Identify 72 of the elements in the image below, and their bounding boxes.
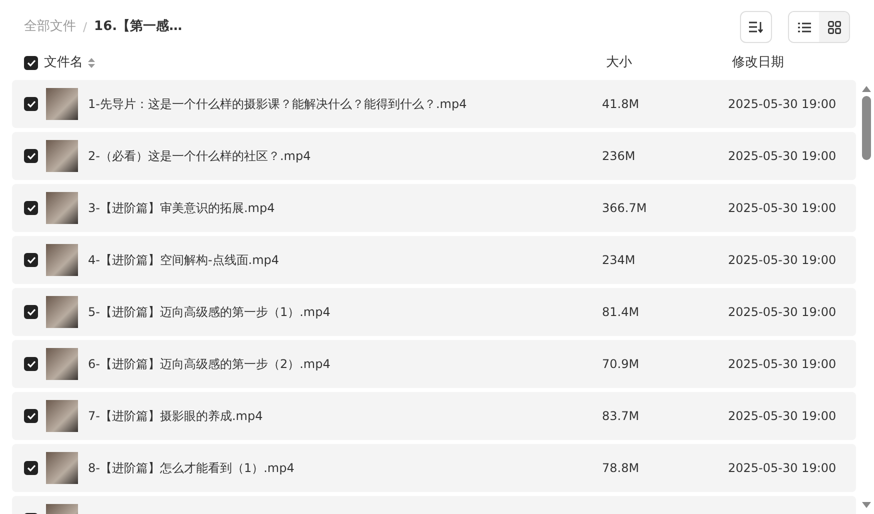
- checkbox[interactable]: [24, 149, 38, 163]
- file-row[interactable]: 1-先导片：这是一个什么样的摄影课？能解决什么？能得到什么？.mp4 41.8M 2025-05-30 19:00: [12, 80, 856, 128]
- list-icon: [798, 22, 810, 32]
- file-row[interactable]: 5-【进阶篇】迈向高级感的第一步（1）.mp4 81.4M 2025-05-30 19:00: [12, 288, 856, 336]
- file-size: 81.4M: [602, 305, 640, 319]
- checkbox[interactable]: [24, 56, 38, 70]
- modified-date: 2025-05-30 19:00: [728, 253, 836, 267]
- file-row[interactable]: 3-【进阶篇】审美意识的拓展.mp4 366.7M 2025-05-30 19:00: [12, 184, 856, 232]
- modified-date: 2025-05-30 19:00: [728, 97, 836, 111]
- file-size: 366.7M: [602, 201, 647, 215]
- breadcrumb-current: 16.【第一感…: [94, 18, 182, 36]
- checkmark-icon: [26, 152, 36, 160]
- checkbox[interactable]: [24, 97, 38, 111]
- breadcrumb-separator: /: [83, 19, 88, 36]
- file-size: 83.7M: [602, 409, 640, 423]
- scroll-down-icon[interactable]: [862, 502, 870, 508]
- modified-date: 2025-05-30 19:00: [728, 149, 836, 163]
- modified-date: 2025-05-30 19:00: [728, 409, 836, 423]
- video-thumbnail: [46, 452, 78, 484]
- video-thumbnail: [46, 88, 78, 120]
- checkbox[interactable]: [24, 305, 38, 319]
- checkmark-icon: [26, 360, 36, 368]
- video-thumbnail: [46, 296, 78, 328]
- file-row[interactable]: 4-【进阶篇】空间解构-点线面.mp4 234M 2025-05-30 19:00: [12, 236, 856, 284]
- file-size: 70.9M: [602, 357, 640, 371]
- file-row[interactable]: 7-【进阶篇】摄影眼的养成.mp4 83.7M 2025-05-30 19:00: [12, 392, 856, 440]
- file-name: 1-先导片：这是一个什么样的摄影课？能解决什么？能得到什么？.mp4: [88, 96, 467, 113]
- sort-button[interactable]: [740, 11, 772, 43]
- file-row[interactable]: 6-【进阶篇】迈向高级感的第一步（2）.mp4 70.9M 2025-05-30 19:00: [12, 340, 856, 388]
- column-header[interactable]: 文件名: [44, 53, 83, 73]
- checkbox[interactable]: [24, 409, 38, 423]
- file-name: 7-【进阶篇】摄影眼的养成.mp4: [88, 408, 263, 425]
- modified-date: 2025-05-30 19:00: [728, 461, 836, 475]
- checkmark-icon: [26, 59, 36, 67]
- video-thumbnail: [46, 244, 78, 276]
- checkbox[interactable]: [24, 253, 38, 267]
- file-name: 5-【进阶篇】迈向高级感的第一步（1）.mp4: [88, 304, 330, 321]
- file-size: 236M: [602, 149, 636, 163]
- file-row[interactable]: 8-【进阶篇】怎么才能看到（1）.mp4 78.8M 2025-05-30 19:00: [12, 444, 856, 492]
- checkmark-icon: [26, 464, 36, 472]
- file-size: 78.8M: [602, 461, 640, 475]
- column-header: 修改日期: [732, 55, 784, 70]
- checkbox[interactable]: [24, 201, 38, 215]
- file-name: 8-【进阶篇】怎么才能看到（1）.mp4: [88, 460, 294, 477]
- column-header: 大小: [606, 55, 632, 70]
- checkmark-icon: [26, 256, 36, 264]
- checkmark-icon: [26, 100, 36, 108]
- grid-view-button[interactable]: [819, 12, 849, 42]
- checkbox[interactable]: [24, 357, 38, 371]
- checkbox[interactable]: [24, 461, 38, 475]
- sort-arrows-icon[interactable]: [88, 58, 95, 68]
- file-size: 41.8M: [602, 97, 640, 111]
- file-name: 3-【进阶篇】审美意识的拓展.mp4: [88, 200, 275, 217]
- checkmark-icon: [26, 204, 36, 212]
- sort-icon: [749, 21, 763, 33]
- file-name: 2-（必看）这是一个什么样的社区？.mp4: [88, 148, 311, 165]
- checkmark-icon: [26, 308, 36, 316]
- grid-icon: [828, 20, 840, 34]
- file-name: 6-【进阶篇】迈向高级感的第一步（2）.mp4: [88, 356, 330, 373]
- modified-date: 2025-05-30 19:00: [728, 305, 836, 319]
- file-size: 234M: [602, 253, 636, 267]
- video-thumbnail: [46, 192, 78, 224]
- modified-date: 2025-05-30 19:00: [728, 201, 836, 215]
- checkmark-icon: [26, 412, 36, 420]
- video-thumbnail: [46, 348, 78, 380]
- file-name: 4-【进阶篇】空间解构-点线面.mp4: [88, 252, 280, 269]
- video-thumbnail: [46, 140, 78, 172]
- file-row[interactable]: 2-（必看）这是一个什么样的社区？.mp4 236M 2025-05-30 19:00: [12, 132, 856, 180]
- scroll-up-icon[interactable]: [862, 86, 870, 92]
- video-thumbnail: [46, 400, 78, 432]
- scrollbar-thumb[interactable]: [862, 96, 870, 160]
- modified-date: 2025-05-30 19:00: [728, 357, 836, 371]
